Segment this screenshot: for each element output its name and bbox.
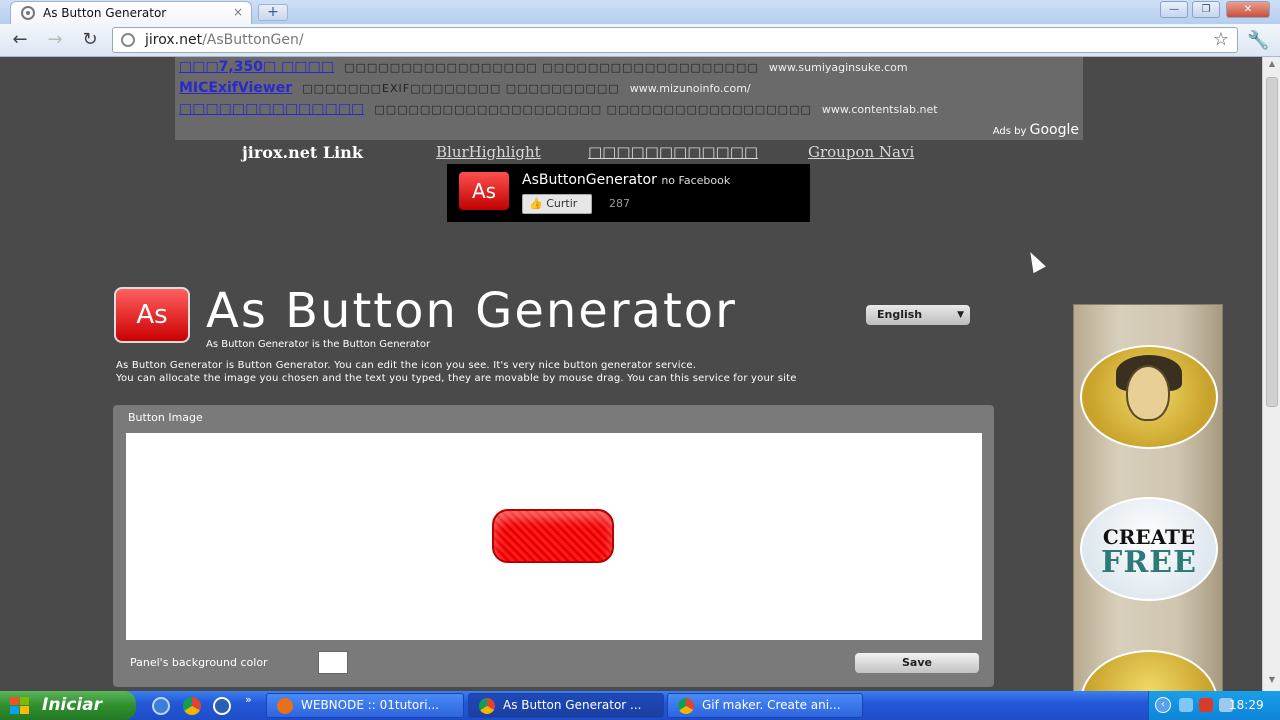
- button-canvas[interactable]: [126, 433, 982, 640]
- quicklaunch-icon[interactable]: [213, 697, 231, 715]
- tab-as-button-generator[interactable]: As Button Generator ×: [10, 1, 252, 24]
- chevron-down-icon: ▼: [957, 310, 964, 320]
- windows-flag-icon: [10, 697, 30, 715]
- page-globe-icon: [121, 33, 135, 47]
- fb-like-button[interactable]: 👍 Curtir: [522, 194, 592, 214]
- create-free-badge: CREATE FREE: [1080, 497, 1218, 601]
- maximize-button[interactable]: ❐: [1192, 1, 1220, 18]
- start-button[interactable]: Iniciar: [0, 691, 136, 720]
- ad-row[interactable]: MICExifViewer □□□□□□□EXIF□□□□□□□□ □□□□□□…: [179, 80, 751, 96]
- third-badge: [1080, 650, 1218, 691]
- button-image-panel: Button Image Panel's background color Sa…: [113, 405, 994, 687]
- save-button[interactable]: Save: [855, 653, 979, 673]
- ad-row[interactable]: □□□□□□□□□□□□□□ □□□□□□□□□□□□□□□□□□□□ □□□□…: [179, 101, 938, 117]
- close-window-button[interactable]: ✕: [1226, 1, 1270, 18]
- reload-icon[interactable]: ↻: [79, 30, 101, 52]
- tray-expand-icon[interactable]: ‹: [1155, 697, 1171, 713]
- ads-by-google[interactable]: Ads by Google: [993, 122, 1079, 138]
- ad-title[interactable]: □□□□□□□□□□□□□□: [179, 101, 364, 117]
- wrench-icon[interactable]: 🔧: [1247, 30, 1269, 51]
- google-logo-text: Google: [1029, 122, 1079, 138]
- address-bar[interactable]: jirox.net/AsButtonGen/ ☆: [112, 27, 1238, 53]
- ad-description: □□□□□□□□□□□□□□□□□ □□□□□□□□□□□□□□□□□□□: [344, 61, 759, 74]
- minimize-button[interactable]: —: [1160, 1, 1188, 18]
- fb-page-name: AsButtonGenerator: [522, 172, 657, 188]
- bookmark-star-icon[interactable]: ☆: [1213, 29, 1229, 50]
- bg-color-swatch[interactable]: [318, 651, 348, 674]
- ad-url[interactable]: www.contentslab.net: [822, 103, 938, 116]
- taskbar-item-as-button-generator[interactable]: As Button Generator ...: [468, 693, 664, 718]
- scroll-up-icon[interactable]: ▲: [1265, 59, 1279, 73]
- fb-like-count: 287: [609, 197, 630, 210]
- chrome-icon: [479, 698, 495, 714]
- page-subtitle: As Button Generator is the Button Genera…: [206, 339, 431, 350]
- ad-row[interactable]: □□□7,350□ □□□□ □□□□□□□□□□□□□□□□□ □□□□□□□…: [179, 59, 908, 75]
- fb-page-suffix: no Facebook: [661, 174, 731, 187]
- link-japanese[interactable]: □□□□□□□□□□□□: [588, 143, 758, 161]
- ads-by-label: Ads by: [992, 126, 1027, 137]
- ad-description: □□□□□□□EXIF□□□□□□□□ □□□□□□□□□□: [302, 82, 620, 95]
- badge-free-text: FREE: [1101, 545, 1197, 580]
- taskbar-clock: 18:29: [1229, 698, 1264, 712]
- antivirus-icon[interactable]: [1199, 698, 1213, 712]
- ad-description: □□□□□□□□□□□□□□□□□□□□ □□□□□□□□□□□□□□□□□□: [374, 103, 812, 116]
- fb-like-label: Curtir: [546, 197, 578, 210]
- fb-app-logo[interactable]: As: [459, 172, 509, 210]
- ad-title[interactable]: □□□7,350□ □□□□: [179, 59, 334, 75]
- link-blurhighlight[interactable]: BlurHighlight: [436, 143, 541, 161]
- portrait-face: [1126, 365, 1170, 421]
- url-text: jirox.net/AsButtonGen/: [145, 32, 304, 48]
- scroll-down-icon[interactable]: ▼: [1265, 675, 1279, 689]
- back-arrow-icon[interactable]: ←: [9, 30, 31, 52]
- firefox-icon: [277, 698, 293, 714]
- new-tab-button[interactable]: +: [258, 4, 288, 21]
- mouse-cursor-icon: [1024, 248, 1046, 274]
- globe-icon: [21, 6, 35, 20]
- browser-titlebar: As Button Generator × + — ❐ ✕: [0, 0, 1280, 24]
- ad-url[interactable]: www.mizunoinfo.com/: [630, 82, 751, 95]
- language-selected: English: [877, 308, 923, 321]
- links-heading: jirox.net Link: [242, 143, 363, 162]
- description-line: As Button Generator is Button Generator.…: [116, 360, 697, 371]
- url-domain: jirox.net: [145, 32, 203, 48]
- link-groupon-navi[interactable]: Groupon Navi: [808, 143, 914, 161]
- page-title: As Button Generator: [206, 283, 737, 339]
- page-scrollbar[interactable]: ▲ ▼: [1262, 57, 1280, 691]
- fb-page-title[interactable]: AsButtonGenerator no Facebook: [522, 172, 730, 188]
- browser-toolbar: ← → ↻ jirox.net/AsButtonGen/ ☆ 🔧: [0, 24, 1280, 57]
- windows-taskbar: Iniciar » WEBNODE :: 01tutori... As Butt…: [0, 691, 1280, 720]
- taskbar-item-webnode[interactable]: WEBNODE :: 01tutori...: [266, 693, 464, 718]
- facebook-like-box: As AsButtonGenerator no Facebook 👍 Curti…: [447, 164, 810, 222]
- panel-label: Button Image: [128, 411, 203, 424]
- page-viewport: □□□7,350□ □□□□ □□□□□□□□□□□□□□□□□ □□□□□□□…: [0, 57, 1262, 691]
- side-ad-banner[interactable]: CREATE FREE: [1073, 304, 1223, 691]
- chrome-icon: [678, 698, 694, 714]
- app-logo: As: [114, 287, 190, 343]
- quicklaunch-more[interactable]: »: [245, 693, 252, 706]
- taskbar-item-gif-maker[interactable]: Gif maker. Create ani...: [667, 693, 863, 718]
- bg-color-label: Panel's background color: [130, 656, 268, 669]
- taskbar-item-label: WEBNODE :: 01tutori...: [301, 698, 439, 712]
- url-path: /AsButtonGen/: [202, 32, 304, 48]
- description-line: You can allocate the image you chosen an…: [116, 373, 797, 384]
- chrome-icon[interactable]: [183, 697, 201, 715]
- forward-arrow-icon[interactable]: →: [44, 30, 66, 52]
- close-tab-icon[interactable]: ×: [233, 5, 243, 19]
- tab-title: As Button Generator: [43, 6, 167, 20]
- portrait-badge: [1080, 345, 1218, 449]
- ads-block: □□□7,350□ □□□□ □□□□□□□□□□□□□□□□□ □□□□□□□…: [175, 57, 1083, 140]
- app-description: As Button Generator is Button Generator.…: [116, 359, 986, 385]
- ad-url[interactable]: www.sumiyaginsuke.com: [769, 61, 908, 74]
- generated-button-preview[interactable]: [492, 509, 614, 563]
- start-label: Iniciar: [42, 695, 103, 715]
- scroll-thumb[interactable]: [1266, 77, 1278, 407]
- taskbar-item-label: Gif maker. Create ani...: [702, 698, 841, 712]
- taskbar-item-label: As Button Generator ...: [503, 698, 642, 712]
- thumbs-up-icon: 👍: [529, 197, 543, 210]
- ie-icon[interactable]: [152, 697, 170, 715]
- network-icon[interactable]: [1179, 698, 1193, 712]
- ad-title[interactable]: MICExifViewer: [179, 80, 292, 96]
- language-select[interactable]: English ▼: [866, 305, 970, 325]
